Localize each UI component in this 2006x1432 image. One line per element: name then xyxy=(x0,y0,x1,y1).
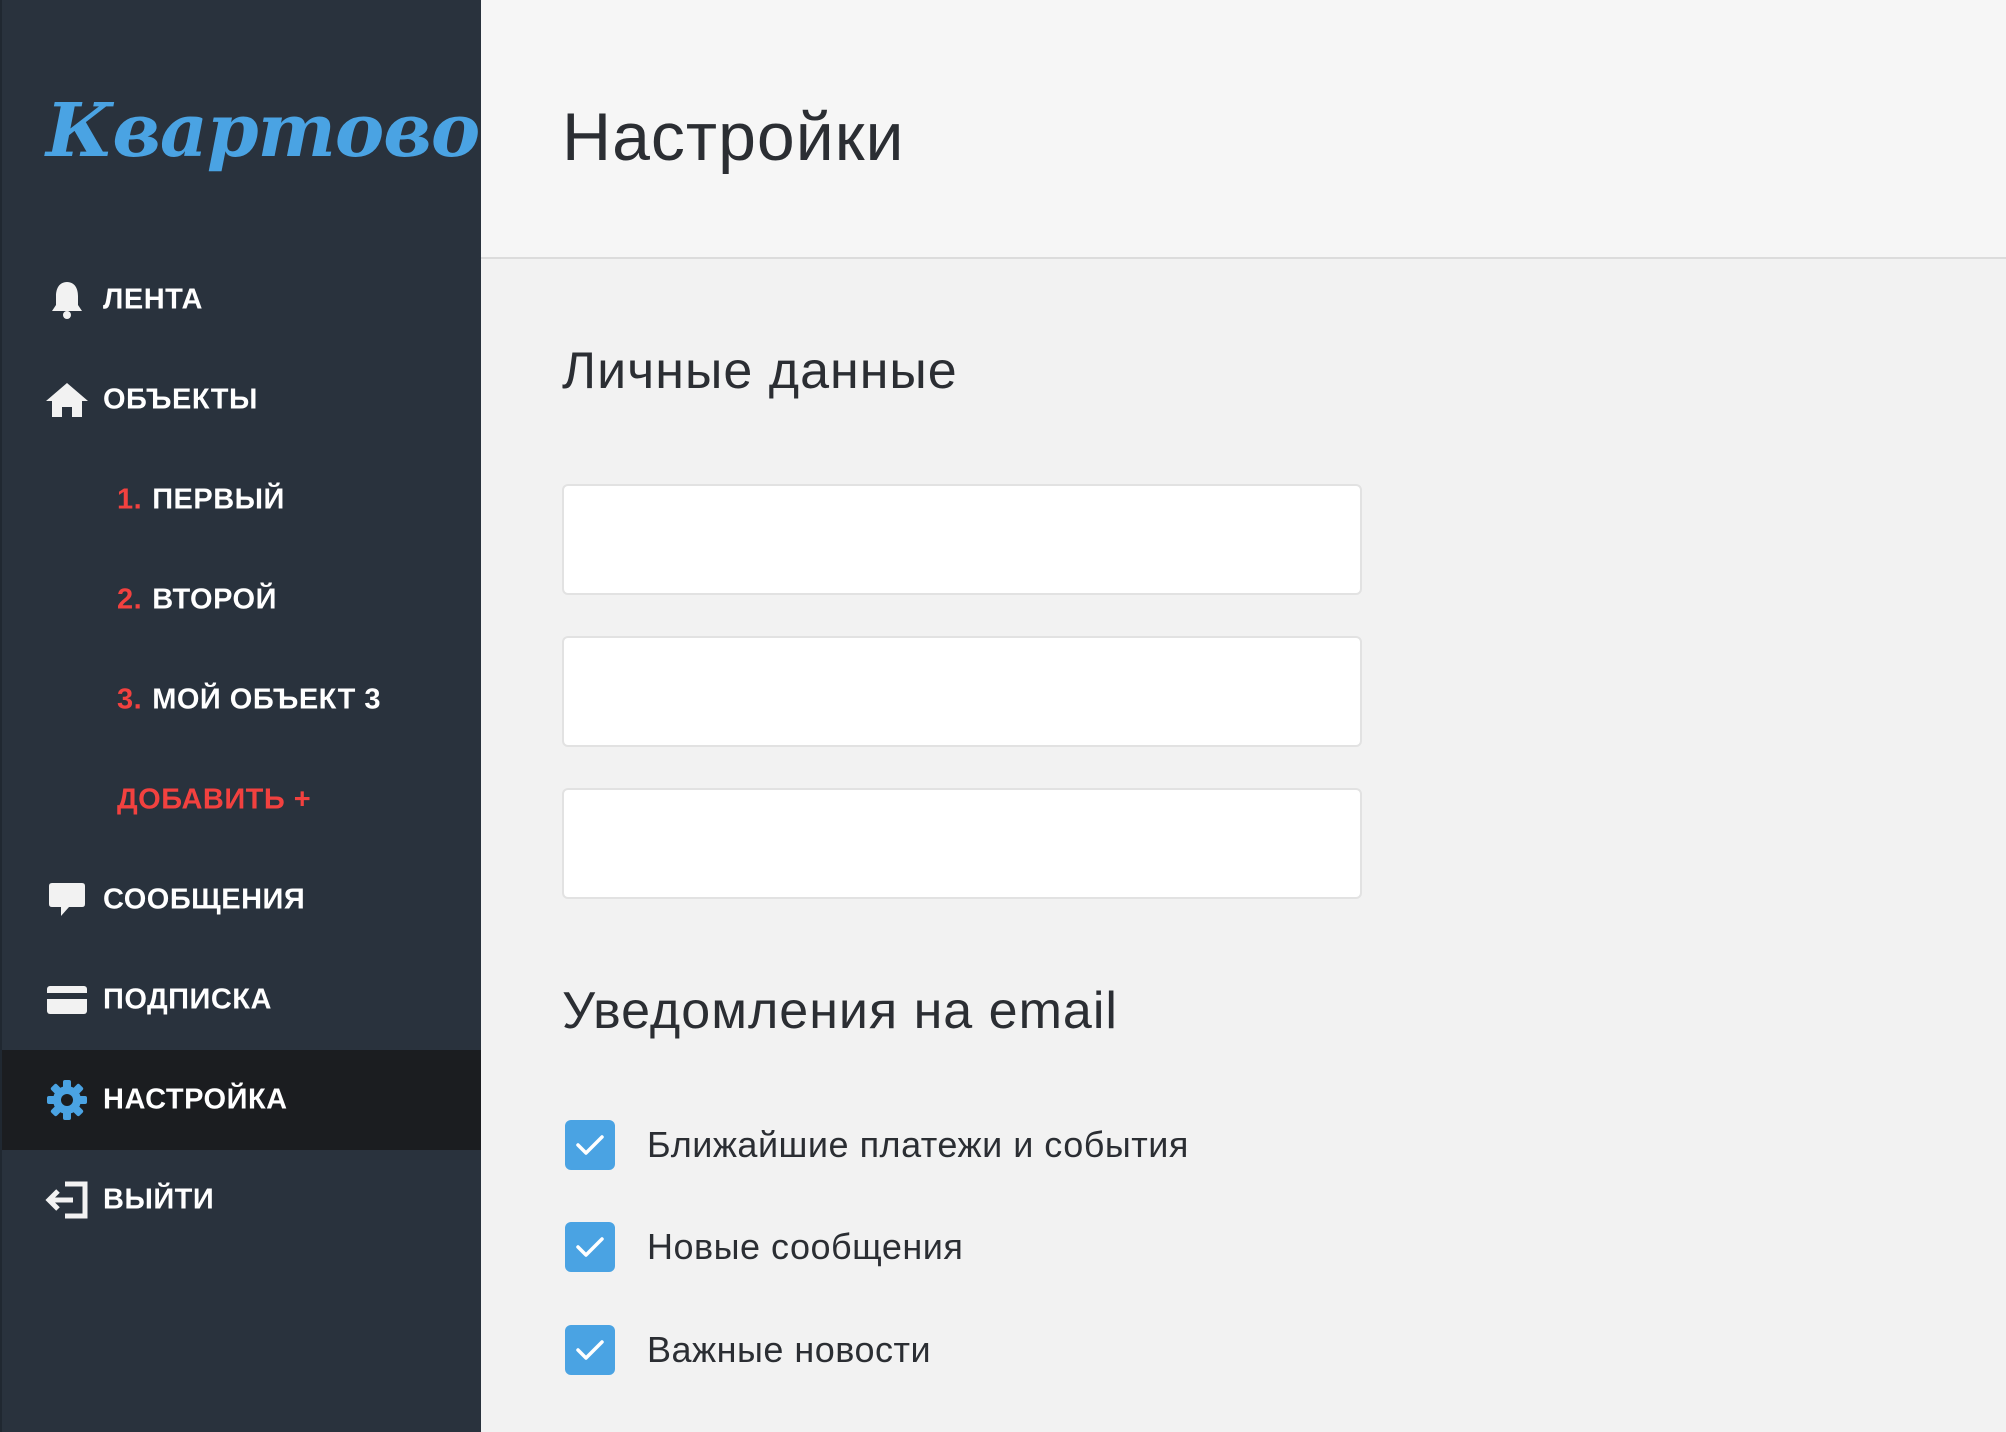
notify-news-option[interactable]: Важные новости xyxy=(565,1323,931,1377)
messages-checkbox[interactable] xyxy=(565,1222,615,1272)
sidebar-item-label: ВТОРОЙ xyxy=(152,583,277,616)
sidebar-subitem-object-2[interactable]: 2. ВТОРОЙ xyxy=(2,550,481,650)
logo[interactable]: Квартовод xyxy=(46,88,531,174)
credit-card-icon xyxy=(42,975,92,1025)
notify-payments-option[interactable]: Ближайшие платежи и события xyxy=(565,1118,1189,1172)
personal-field-3[interactable] xyxy=(562,788,1362,899)
checkbox-label: Важные новости xyxy=(647,1329,932,1370)
email-notifications-heading: Уведомления на email xyxy=(562,982,1118,1040)
news-checkbox[interactable] xyxy=(565,1325,615,1375)
sidebar-item-label: ВЫЙТИ xyxy=(103,1183,215,1216)
app-window: Квартовод ЛЕНТА ОБЪЕКТЫ 1. ПЕРВЫЙ 2. ВТО… xyxy=(0,0,2006,1432)
sidebar-item-feed[interactable]: ЛЕНТА xyxy=(2,250,481,350)
personal-data-heading: Личные данные xyxy=(562,342,958,400)
sidebar: Квартовод ЛЕНТА ОБЪЕКТЫ 1. ПЕРВЫЙ 2. ВТО… xyxy=(0,0,531,1432)
sidebar-item-label: ОБЪЕКТЫ xyxy=(103,383,258,416)
object-number: 3. xyxy=(117,683,143,716)
object-number: 1. xyxy=(117,483,143,516)
checkmark-icon xyxy=(576,1237,604,1257)
notify-messages-option[interactable]: Новые сообщения xyxy=(565,1220,963,1274)
checkbox-label: Ближайшие платежи и события xyxy=(647,1124,1189,1165)
sidebar-item-label: ЛЕНТА xyxy=(103,283,203,316)
sidebar-item-label: ПЕРВЫЙ xyxy=(152,483,285,516)
settings-content: Личные данные Уведомления на email Ближа… xyxy=(481,261,2006,1432)
sidebar-item-settings[interactable]: НАСТРОЙКА xyxy=(2,1050,481,1150)
home-icon xyxy=(42,375,92,425)
checkbox-label: Новые сообщения xyxy=(647,1226,964,1267)
sidebar-item-label: МОЙ ОБЪЕКТ 3 xyxy=(152,683,381,716)
sidebar-subitem-object-3[interactable]: 3. МОЙ ОБЪЕКТ 3 xyxy=(2,650,481,750)
sidebar-item-messages[interactable]: СООБЩЕНИЯ xyxy=(2,850,481,950)
page-title: Настройки xyxy=(562,99,905,175)
sidebar-item-objects[interactable]: ОБЪЕКТЫ xyxy=(2,350,481,450)
sidebar-subitem-text: 2. ВТОРОЙ xyxy=(117,584,277,617)
add-object-button[interactable]: ДОБАВИТЬ + xyxy=(2,750,481,850)
sidebar-nav: ЛЕНТА ОБЪЕКТЫ 1. ПЕРВЫЙ 2. ВТОРОЙ 3. МОЙ ОБ… xyxy=(2,250,481,1250)
sidebar-item-label: ПОДПИСКА xyxy=(103,983,272,1016)
sidebar-item-logout[interactable]: ВЫЙТИ xyxy=(2,1150,481,1250)
sidebar-item-label: ДОБАВИТЬ + xyxy=(117,783,312,816)
object-number: 2. xyxy=(117,583,143,616)
payments-checkbox[interactable] xyxy=(565,1120,615,1170)
sidebar-subitem-text: 1. ПЕРВЫЙ xyxy=(117,484,285,517)
personal-field-2[interactable] xyxy=(562,636,1362,747)
personal-field-1[interactable] xyxy=(562,484,1362,595)
chat-bubble-icon xyxy=(42,875,92,925)
sidebar-item-subscription[interactable]: ПОДПИСКА xyxy=(2,950,481,1050)
checkmark-icon xyxy=(576,1135,604,1155)
logout-icon xyxy=(42,1175,92,1225)
sidebar-item-label: НАСТРОЙКА xyxy=(103,1083,288,1116)
sidebar-item-label: СООБЩЕНИЯ xyxy=(103,883,306,916)
sidebar-subitem-text: 3. МОЙ ОБЪЕКТ 3 xyxy=(117,684,381,717)
gear-icon xyxy=(42,1075,92,1125)
bell-icon xyxy=(42,275,92,325)
sidebar-subitem-object-1[interactable]: 1. ПЕРВЫЙ xyxy=(2,450,481,550)
page-header: Настройки xyxy=(481,0,2006,259)
checkmark-icon xyxy=(576,1340,604,1360)
